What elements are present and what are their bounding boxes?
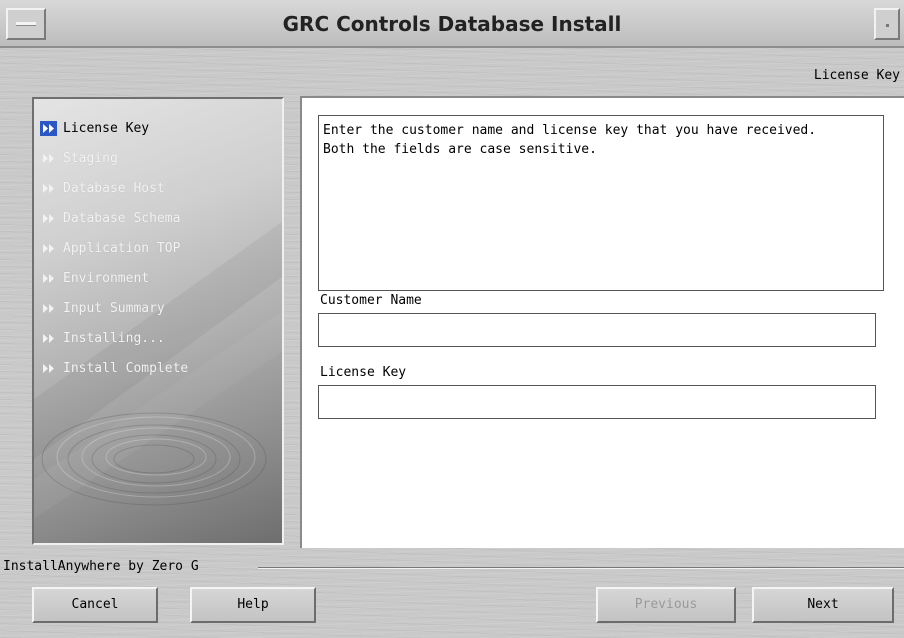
step-item: License Key [40,113,188,143]
fast-forward-icon [40,361,57,376]
installer-window: GRC Controls Database Install License Ke… [0,0,904,638]
license-key-input[interactable] [318,385,876,419]
step-label: Installing... [63,330,165,346]
step-label: Application TOP [63,240,181,256]
fast-forward-icon [40,211,57,226]
steps-sidebar: License Key Staging Database Host Database … [32,97,284,545]
customer-name-input[interactable] [318,313,876,347]
step-label: Input Summary [63,300,165,316]
fast-forward-icon [40,120,57,136]
step-label: Staging [63,150,118,166]
content-panel: Enter the customer name and license key … [300,96,904,548]
step-label: License Key [63,120,150,136]
step-label: Database Host [63,180,165,196]
step-list: License Key Staging Database Host Database … [40,113,188,383]
help-button[interactable]: Help [190,587,316,623]
step-label: Database Schema [63,210,181,226]
step-item: Environment [40,263,188,293]
vendor-row: InstallAnywhere by Zero G [0,559,904,577]
step-item: Installing... [40,323,188,353]
fast-forward-icon [40,181,57,196]
license-key-label: License Key [320,365,407,380]
step-item: Install Complete [40,353,188,383]
instructions-text: Enter the customer name and license key … [318,115,884,291]
next-button[interactable]: Next [752,587,894,623]
fast-forward-icon [40,301,57,316]
step-label: Environment [63,270,150,286]
vendor-divider [258,567,904,569]
step-label: Install Complete [63,360,189,376]
window-title: GRC Controls Database Install [282,12,622,36]
customer-name-label: Customer Name [320,293,422,308]
minimize-icon[interactable] [874,8,900,40]
step-item: Application TOP [40,233,188,263]
fast-forward-icon [40,241,57,256]
fast-forward-icon [40,151,57,166]
fast-forward-icon [40,331,57,346]
previous-button[interactable]: Previous [596,587,736,623]
vendor-label: InstallAnywhere by Zero G [3,559,199,574]
title-bar[interactable]: GRC Controls Database Install [0,0,904,48]
step-item: Input Summary [40,293,188,323]
fast-forward-icon [40,271,57,286]
step-item: Staging [40,143,188,173]
cancel-button[interactable]: Cancel [32,587,158,623]
step-item: Database Host [40,173,188,203]
step-item: Database Schema [40,203,188,233]
step-heading: License Key [813,68,900,83]
